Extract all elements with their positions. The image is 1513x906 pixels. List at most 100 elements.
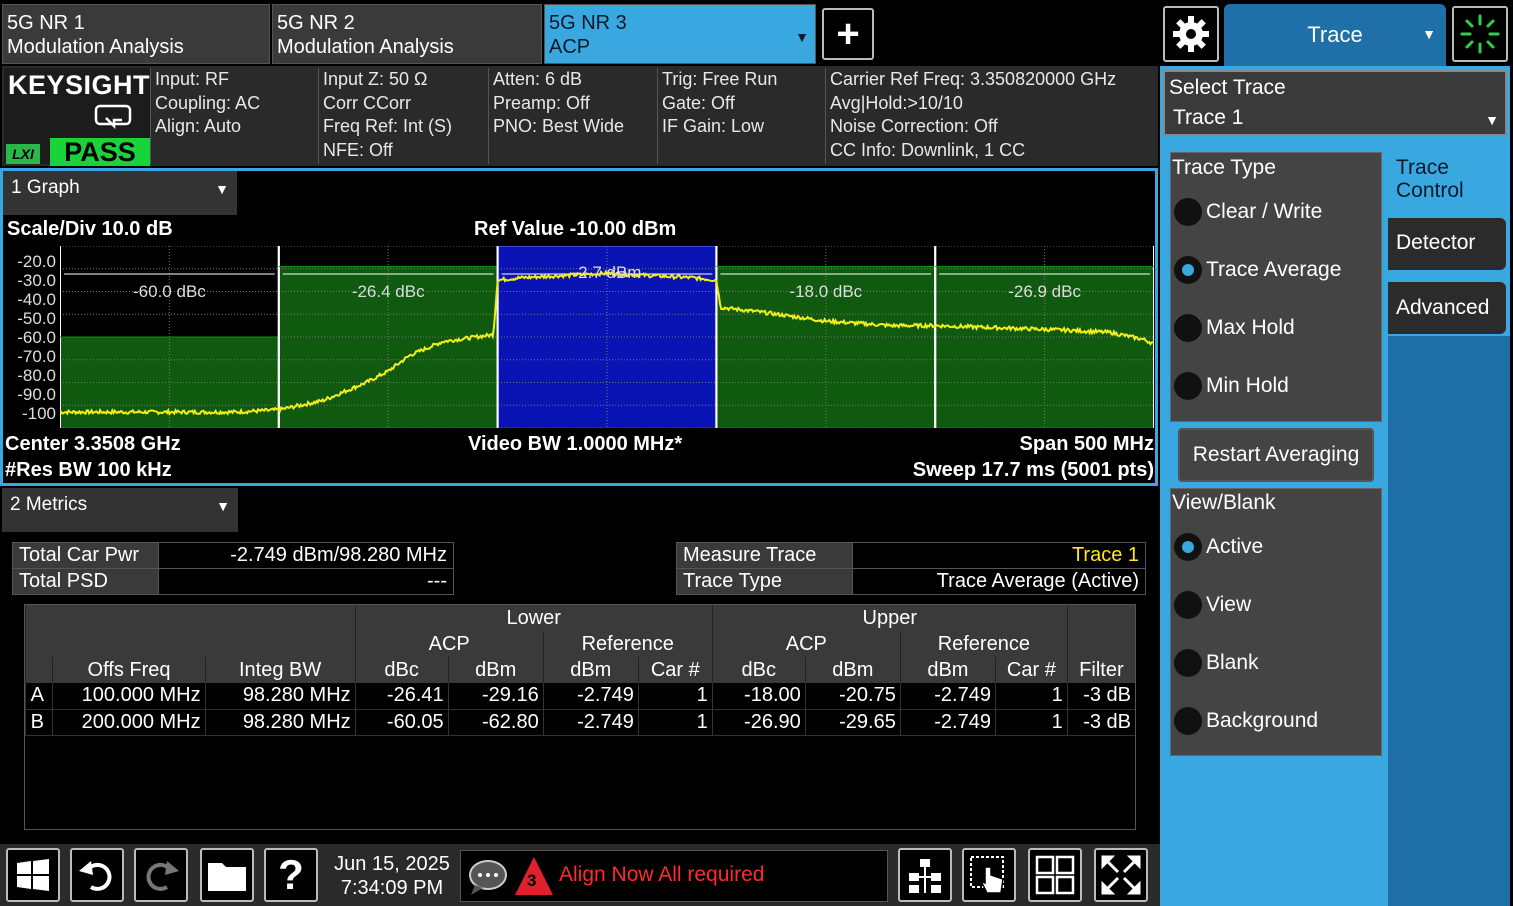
radio-icon [1174,649,1202,677]
chevron-down-icon: ▼ [215,181,229,197]
acp-col: dBm [899,657,996,683]
table-row: B 200.000 MHz 98.280 MHz -60.05 -62.80 -… [24,709,1135,736]
table-row: Total Car Pwr -2.749 dBm/98.280 MHz [12,542,454,569]
y-tick: -60.0 [17,328,56,347]
status-line: Carrier Ref Freq: 3.350820000 GHz [830,69,1117,89]
acp-col: Car # [994,657,1068,683]
lxi-badge: LXI [6,144,40,164]
busy-indicator-button[interactable] [1452,6,1508,62]
radio-view[interactable]: View [1174,591,1251,619]
acp-header-lower-ref: Reference [542,631,713,657]
settings-button[interactable] [1163,6,1219,62]
tab-5g-nr-1[interactable]: 5G NR 1 Modulation Analysis [2,4,270,64]
plus-icon: + [836,11,860,56]
radio-min-hold[interactable]: Min Hold [1174,372,1289,400]
radio-label: Blank [1206,651,1259,674]
metrics-window-selector[interactable]: 2 Metrics ▼ [2,488,238,532]
acp-cell: -20.75 [804,683,901,710]
status-line: IF Gain: Low [662,116,765,136]
graph-window-selector[interactable]: 1 Graph ▼ [3,171,237,215]
windows-button[interactable] [6,848,60,902]
chevron-down-icon: ▼ [1485,112,1499,128]
acp-cell: -3 dB [1066,683,1135,710]
tab-5g-nr-3[interactable]: 5G NR 3 ACP ▼ [544,4,816,64]
side-tab-trace-control[interactable]: Trace Control [1388,152,1506,206]
side-tab-detector[interactable]: Detector [1388,218,1506,270]
file-button[interactable] [200,848,254,902]
tab-line2: Modulation Analysis [7,36,184,58]
acp-cell: -18.00 [711,683,806,710]
radio-blank[interactable]: Blank [1174,649,1259,677]
status-trigger[interactable]: Trig: Free Run Gate: Off IF Gain: Low [657,68,825,164]
radio-active[interactable]: Active [1174,533,1263,561]
status-line: PNO: Best Wide [493,116,625,136]
radio-icon [1174,707,1202,735]
multi-window-button[interactable] [1028,848,1082,902]
total-car-pwr-value: -2.749 dBm/98.280 MHz [158,542,454,569]
status-carrier[interactable]: Carrier Ref Freq: 3.350820000 GHz Avg|Ho… [825,68,1157,164]
radio-background[interactable]: Background [1174,707,1318,735]
question-icon: ? [278,851,304,898]
table-row: Total PSD --- [12,568,454,595]
spectrum-plot[interactable]: -60.0 dBc -26.4 dBc -2.7 dBm -18.0 dBc -26.9… [60,246,1154,428]
acp-cell: 1 [637,709,713,736]
status-line: Align: Auto [155,116,242,136]
windows-icon [17,859,49,891]
acp-col: dBc [354,657,449,683]
side-tab-advanced[interactable]: Advanced [1388,282,1506,334]
status-line: Noise Correction: Off [830,116,998,136]
alert-count: 3 [527,871,537,890]
measure-trace-label: Measure Trace [676,542,853,569]
acp-cell: 98.280 MHz [204,709,356,736]
metrics-window-title: 2 Metrics [10,494,88,515]
measure-trace-value: Trace 1 [852,542,1146,569]
radio-trace-average[interactable]: Trace Average [1174,256,1341,284]
acp-col: Filter [1066,657,1135,683]
radio-icon [1174,591,1202,619]
table-row: Trace Type Trace Average (Active) [676,568,1146,595]
segment-label: -60.0 dBc [133,282,206,301]
layout-button[interactable] [898,848,952,902]
undo-button[interactable] [70,848,124,902]
tab-5g-nr-2[interactable]: 5G NR 2 Modulation Analysis [272,4,542,64]
acp-cell: -60.05 [354,709,449,736]
status-input-z[interactable]: Input Z: 50 Ω Corr CCorr Freq Ref: Int (… [318,68,488,164]
maximize-button[interactable] [1094,848,1148,902]
measure-trace-table: Measure Trace Trace 1 Trace Type Trace A… [676,542,1146,595]
add-screen-button[interactable]: + [822,8,874,60]
radio-max-hold[interactable]: Max Hold [1174,314,1295,342]
acp-col: dBm [542,657,639,683]
acp-col: dBm [804,657,901,683]
restart-averaging-button[interactable]: Restart Averaging [1178,428,1374,482]
status-atten[interactable]: Atten: 6 dB Preamp: Off PNO: Best Wide [488,68,658,164]
table-row: Offs Freq Integ BW dBc dBm dBm Car # dBc… [24,657,1135,683]
alert-message: Align Now All required [559,863,765,886]
res-bw-label: #Res BW 100 kHz [5,459,172,481]
redo-button[interactable] [134,848,188,902]
acp-cell: 1 [994,683,1068,710]
undo-icon [79,861,112,891]
radio-label: Active [1206,535,1264,558]
status-input[interactable]: Input: RF Coupling: AC Align: Auto [150,68,318,164]
touch-button[interactable] [962,848,1016,902]
status-line: Gate: Off [662,92,735,113]
segment-label: -18.0 dBc [789,282,862,301]
total-power-table: Total Car Pwr -2.749 dBm/98.280 MHz Tota… [12,542,454,595]
status-line: Coupling: AC [155,92,261,113]
menu-dropdown[interactable]: Trace ▼ [1224,4,1446,66]
total-car-pwr-label: Total Car Pwr [12,542,159,569]
status-line: Trig: Free Run [662,69,778,89]
acp-header-upper: Upper [711,605,1068,631]
y-tick: -80.0 [17,366,56,385]
message-bar[interactable]: 3 Align Now All required [460,850,888,902]
select-trace-dropdown[interactable]: Select Trace Trace 1 ▼ [1163,70,1507,136]
y-tick: -30.0 [17,271,56,290]
acp-header-blank [25,605,356,631]
touch-icon [970,856,1004,894]
radio-label: Max Hold [1206,316,1295,339]
radio-clear-write[interactable]: Clear / Write [1174,198,1322,226]
acp-row-id: B [24,709,53,736]
acp-cell: -2.749 [542,683,639,710]
y-tick: -70.0 [17,347,56,366]
help-button[interactable]: ? [264,848,318,902]
